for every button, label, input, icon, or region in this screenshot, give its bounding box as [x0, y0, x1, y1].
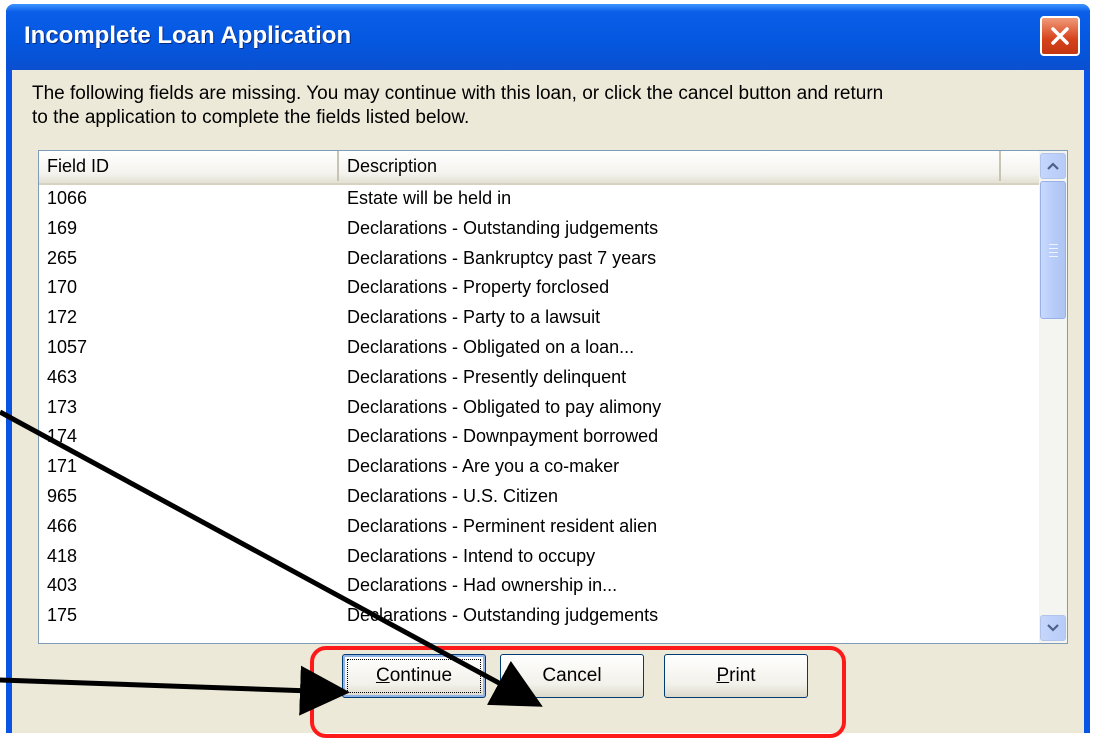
arrow-to-cancel	[0, 409, 543, 707]
annotation-arrows	[0, 409, 543, 716]
arrow-to-continue	[0, 665, 350, 716]
